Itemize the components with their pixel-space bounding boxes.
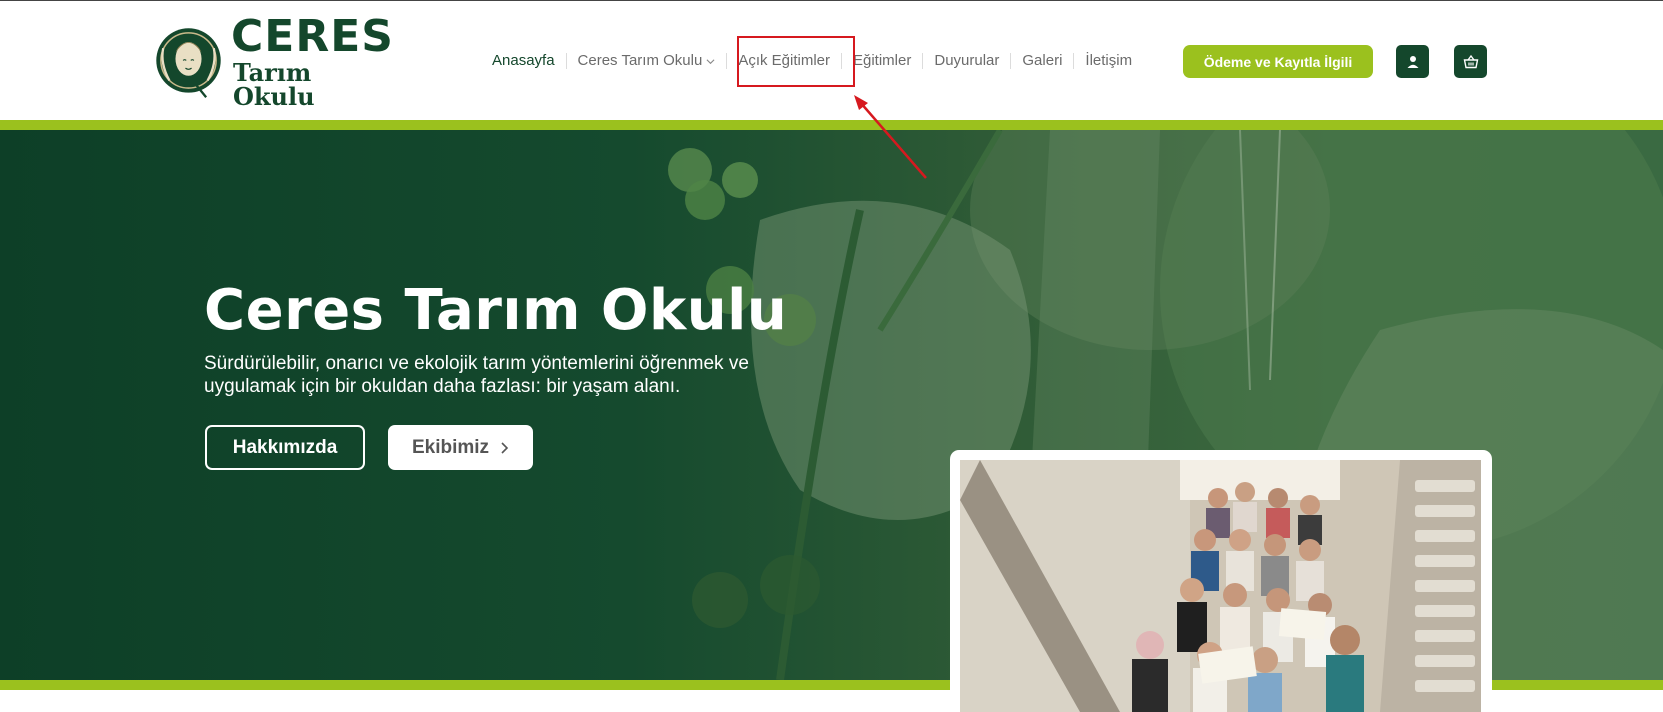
chevron-right-icon bbox=[501, 441, 509, 454]
group-photo-image bbox=[960, 460, 1481, 712]
nav-item-label: Ceres Tarım Okulu bbox=[577, 52, 703, 69]
chevron-down-icon bbox=[706, 58, 715, 64]
logo-title: CERES bbox=[231, 11, 394, 62]
ceres-emblem-icon bbox=[156, 28, 221, 98]
hero-subtitle: Sürdürülebilir, onarıcı ve ekolojik tarı… bbox=[204, 353, 749, 397]
nav-item-acik-egitimler[interactable]: Açık Eğitimler bbox=[726, 53, 841, 69]
basket-icon bbox=[1463, 54, 1478, 68]
site-logo[interactable]: CERES Tarım Okulu bbox=[154, 13, 394, 111]
nav-item-anasayfa[interactable]: Anasayfa bbox=[492, 53, 566, 69]
payment-registration-button[interactable]: Ödeme ve Kayıtla İlgili bbox=[1183, 45, 1373, 78]
about-us-button[interactable]: Hakkımızda bbox=[205, 425, 365, 470]
our-team-button[interactable]: Ekibimiz bbox=[388, 425, 533, 470]
nav-item-iletisim[interactable]: İletişim bbox=[1073, 53, 1143, 69]
site-header: CERES Tarım Okulu Anasayfa Ceres Tarım O… bbox=[0, 0, 1663, 120]
nav-item-galeri[interactable]: Galeri bbox=[1010, 53, 1073, 69]
logo-subtitle: Tarım Okulu bbox=[233, 58, 315, 111]
user-icon bbox=[1407, 55, 1418, 68]
nav-item-egitimler[interactable]: Eğitimler bbox=[841, 53, 922, 69]
hero-title: Ceres Tarım Okulu bbox=[204, 278, 788, 343]
group-photo-card bbox=[950, 450, 1492, 712]
accent-strip-top bbox=[0, 120, 1663, 130]
our-team-label: Ekibimiz bbox=[411, 436, 490, 458]
cart-button[interactable] bbox=[1454, 45, 1487, 78]
nav-item-duyurular[interactable]: Duyurular bbox=[922, 53, 1010, 69]
nav-item-ceres-tarim-okulu[interactable]: Ceres Tarım Okulu bbox=[565, 52, 727, 69]
group-photo bbox=[960, 460, 1481, 712]
main-nav: Anasayfa Ceres Tarım Okulu Açık Eğitimle… bbox=[492, 49, 1143, 73]
account-button[interactable] bbox=[1396, 45, 1429, 78]
